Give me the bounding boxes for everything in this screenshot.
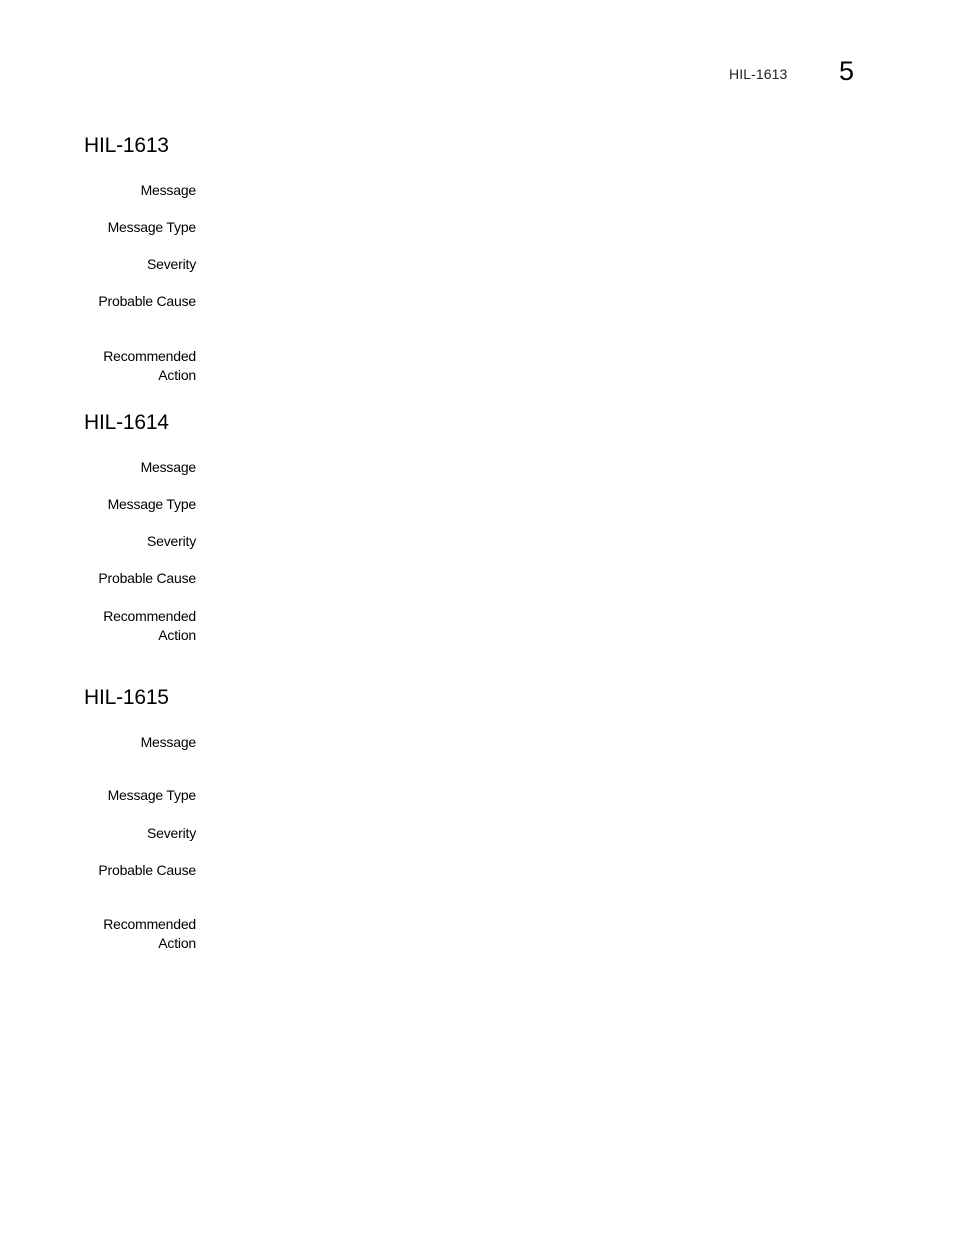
field-value — [212, 292, 772, 311]
field-label: Probable Cause — [98, 862, 196, 878]
section-title: HIL-1615 — [84, 686, 169, 709]
field-value — [212, 733, 772, 752]
running-header: HIL-1613 5 — [700, 56, 870, 90]
field-label: Message — [140, 734, 197, 750]
field-label: Message — [140, 182, 197, 198]
field-value — [212, 569, 772, 588]
section-title: HIL-1613 — [84, 134, 169, 157]
field-label: Severity — [147, 825, 196, 841]
field-value — [212, 915, 772, 934]
chapter-number: 5 — [839, 56, 855, 86]
field-label: Message Type — [107, 219, 197, 235]
field-label: Probable Cause — [98, 293, 196, 309]
field-label: Recommended Action — [103, 348, 196, 383]
field-value — [212, 824, 772, 843]
field-label: Probable Cause — [98, 570, 196, 586]
field-value — [212, 218, 772, 237]
field-value — [212, 347, 772, 366]
field-label: Recommended Action — [103, 916, 196, 951]
field-value — [212, 786, 772, 805]
field-value — [212, 255, 772, 274]
field-label: Message Type — [107, 787, 197, 803]
running-header-title: HIL-1613 — [729, 66, 788, 82]
field-value — [212, 495, 772, 514]
field-label: Severity — [147, 533, 196, 549]
field-value — [212, 532, 772, 551]
field-value — [212, 861, 772, 880]
field-value — [212, 181, 772, 200]
field-value — [212, 607, 772, 626]
field-label: Message Type — [107, 496, 197, 512]
field-value — [212, 458, 772, 477]
section-title: HIL-1614 — [84, 411, 169, 434]
field-label: Recommended Action — [103, 608, 196, 643]
field-label: Message — [140, 459, 197, 475]
field-label: Severity — [147, 256, 196, 272]
